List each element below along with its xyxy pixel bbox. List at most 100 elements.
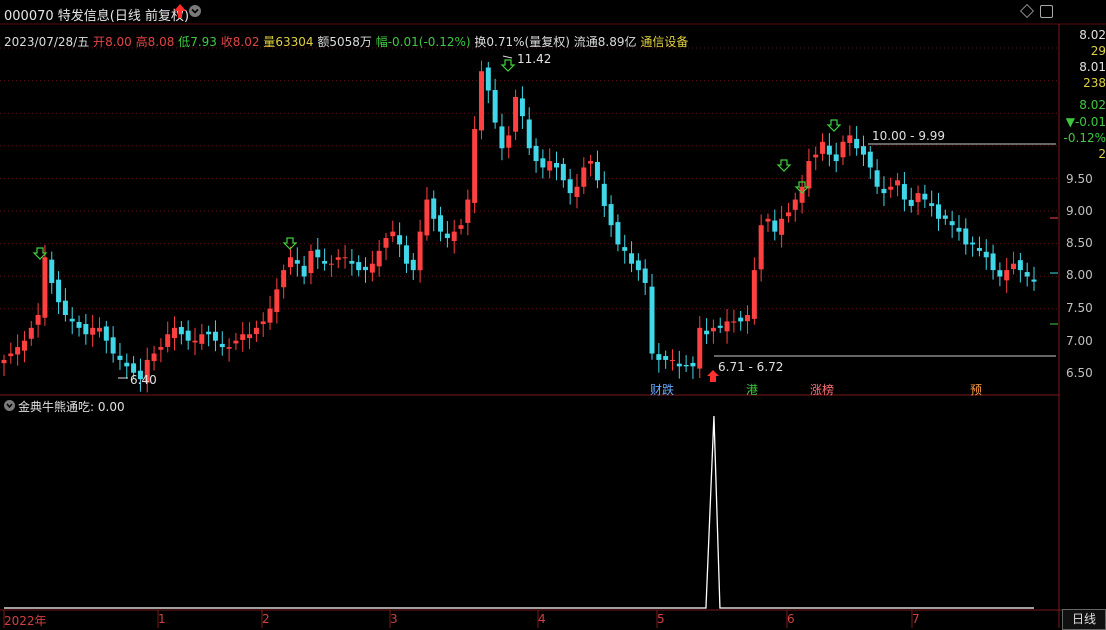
event-badge[interactable]: 涨榜 [810, 381, 834, 398]
candle-body [949, 221, 955, 226]
candle-body [704, 330, 710, 335]
indicator-line [4, 415, 1034, 609]
chevron-down-icon[interactable] [4, 400, 15, 411]
candle-body [185, 330, 191, 341]
candle-body [322, 261, 328, 264]
candle-body [588, 161, 594, 164]
candle-body [915, 193, 921, 203]
candle-body [35, 315, 41, 325]
candle-body [594, 161, 600, 181]
candle-body [247, 334, 253, 339]
candle-body [315, 249, 321, 258]
quote-change-pct: -0.12% [1063, 131, 1106, 145]
candle-body [287, 257, 293, 268]
candle-body [1024, 272, 1030, 277]
candle-body [478, 71, 484, 131]
candle-body [813, 154, 819, 158]
candle-body [69, 318, 75, 322]
candle-body [376, 250, 382, 267]
candle-body [253, 327, 259, 335]
candle-body [76, 322, 82, 328]
candle-body [724, 321, 730, 332]
event-badge[interactable]: 预 [970, 381, 982, 398]
candle-body [103, 326, 109, 341]
event-badge[interactable]: 港 [746, 381, 758, 398]
candle-body [649, 286, 655, 354]
candle-body [554, 163, 560, 168]
candle-body [90, 327, 96, 335]
candle-body [758, 225, 764, 270]
candle-body [308, 250, 314, 274]
candle-body [260, 321, 266, 325]
quote-price2: 8.01 [1079, 60, 1106, 74]
candle-body [233, 340, 239, 344]
candle-body [451, 231, 457, 242]
candle-body [895, 180, 901, 186]
candle-body [363, 266, 369, 271]
candle-body [1031, 279, 1037, 282]
candle-body [1017, 260, 1023, 271]
candle-body [267, 308, 273, 323]
signal-down-icon [500, 59, 516, 72]
x-axis-label: 2022年 [4, 614, 47, 628]
signal-down-icon [776, 159, 792, 172]
candle-body [615, 222, 621, 245]
candle-body [56, 279, 62, 303]
period-button[interactable]: 日线 [1062, 609, 1106, 630]
candle-body [356, 262, 362, 271]
candle-body [860, 146, 866, 155]
candle-body [547, 161, 553, 171]
candle-body [656, 354, 662, 360]
quote-last: 8.02 [1079, 98, 1106, 112]
candle-body [28, 327, 34, 339]
candle-body [772, 220, 778, 232]
candle-body [690, 362, 696, 367]
x-axis-label: 1 [158, 612, 166, 626]
candle-body [397, 235, 403, 245]
candle-body [21, 340, 27, 351]
candle-body [124, 362, 130, 367]
candle-body [697, 327, 703, 369]
candle-body [731, 321, 737, 323]
candle-body [669, 359, 675, 361]
candle-body [888, 186, 894, 190]
candle-body [1, 359, 7, 364]
quote-change: ▼-0.01 [1065, 115, 1106, 129]
candle-body [820, 141, 826, 154]
candle-body [608, 204, 614, 226]
candle-body [745, 315, 751, 322]
candle-body [206, 331, 212, 335]
quote-misc: 2 [1098, 147, 1106, 161]
candle-body [8, 353, 14, 357]
candle-body [567, 179, 573, 194]
low-mark-label: 6.40 [130, 373, 157, 387]
candle-body [274, 289, 280, 313]
candle-body [874, 170, 880, 187]
kline-chart[interactable] [0, 0, 1106, 628]
candle-body [635, 260, 641, 271]
x-axis-label: 5 [657, 612, 665, 626]
candle-body [533, 145, 539, 162]
candle-body [983, 251, 989, 258]
price-tick: 7.50 [1066, 301, 1093, 315]
signal-down-icon [826, 119, 842, 132]
candle-body [499, 126, 505, 149]
high-pointer [502, 55, 513, 59]
candle-body [83, 324, 89, 335]
candle-body [519, 98, 525, 117]
candle-body [403, 245, 409, 264]
candle-body [369, 263, 375, 273]
candle-body [574, 186, 580, 197]
candle-body [438, 215, 444, 232]
candle-body [15, 347, 21, 355]
event-badge[interactable]: 财跌 [650, 381, 674, 398]
candle-body [642, 268, 648, 283]
candle-body [158, 347, 164, 350]
candle-body [226, 347, 232, 349]
quote-vol: 29 [1090, 44, 1106, 58]
candle-body [526, 119, 532, 149]
candle-body [131, 363, 137, 373]
candle-body [444, 233, 450, 239]
candle-body [826, 145, 832, 155]
candle-body [506, 135, 512, 148]
